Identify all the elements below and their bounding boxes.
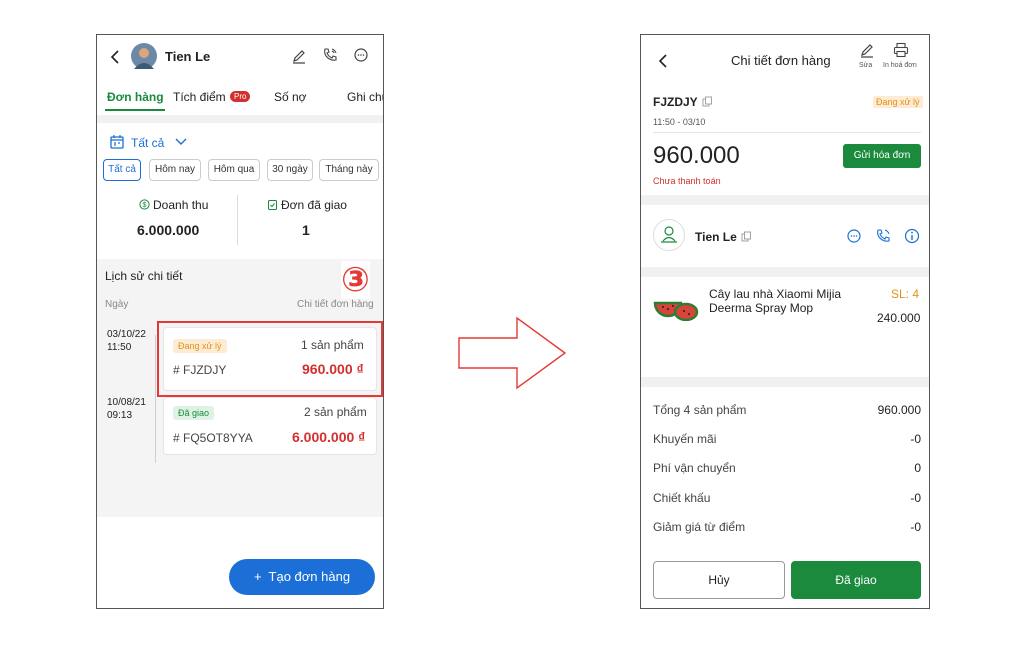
summary-value: 960.000 <box>877 403 921 417</box>
edit-icon[interactable] <box>291 48 307 64</box>
timeline-line <box>155 335 156 463</box>
page-title: Chi tiết đơn hàng <box>731 53 831 68</box>
avatar <box>131 43 157 69</box>
chat-icon[interactable] <box>846 228 862 244</box>
customer-detail-screen: Tien Le Đơn hàng Tích điểm Pro Số nợ Ghi… <box>96 34 384 609</box>
delivered-button[interactable]: Đã giao <box>791 561 921 599</box>
arrow-right-icon <box>458 316 567 390</box>
order-code: FJZDJY <box>653 95 698 109</box>
divider <box>641 377 929 387</box>
divider <box>641 267 929 277</box>
filter-dropdown[interactable]: Tất cả <box>131 136 164 150</box>
order-amount: 6.000.000 ₫ <box>292 429 366 445</box>
pill-30-days[interactable]: 30 ngày <box>267 159 313 181</box>
chat-icon[interactable] <box>353 47 369 63</box>
order-items: 2 sản phẩm <box>304 405 367 419</box>
order-datetime: 11:50 - 03/10 <box>653 117 706 127</box>
cancel-button[interactable]: Hủy <box>653 561 785 599</box>
order-detail-screen: Chi tiết đơn hàng Sửa In hoá đơn FJZDJY … <box>640 34 930 609</box>
customer-avatar <box>653 219 685 251</box>
summary-label: Phí vận chuyển <box>653 461 736 475</box>
tab-active-indicator <box>105 109 165 111</box>
chevron-down-icon[interactable] <box>175 137 187 147</box>
calendar-icon <box>109 134 125 150</box>
order-time: 11:50 <box>107 342 132 353</box>
delivered-label: Đơn đã giao <box>281 198 347 212</box>
summary-row: Phí vận chuyển 0 <box>653 461 921 475</box>
pill-today[interactable]: Hôm nay <box>149 159 201 181</box>
copy-icon[interactable] <box>741 231 752 242</box>
summary-value: -0 <box>910 491 921 505</box>
column-date: Ngày <box>105 299 129 310</box>
watermelon-icon <box>653 293 699 326</box>
payment-status: Chưa thanh toán <box>653 176 721 186</box>
order-total: 960.000 <box>653 142 740 169</box>
divider <box>653 132 921 133</box>
summary-value: 0 <box>914 461 921 475</box>
back-arrow-icon[interactable] <box>109 49 121 65</box>
summary-value: -0 <box>910 520 921 534</box>
print-label[interactable]: In hoá đơn <box>883 62 917 69</box>
history-title: Lịch sử chi tiết <box>105 269 183 283</box>
summary-label: Chiết khấu <box>653 491 711 505</box>
summary-value: -0 <box>910 432 921 446</box>
revenue-label: Doanh thu <box>153 198 209 212</box>
order-code: # FQ5OT8YYA <box>173 431 253 445</box>
delivered-value: 1 <box>302 222 310 238</box>
summary-label: Khuyến mãi <box>653 432 717 446</box>
order-date: 03/10/22 <box>107 329 146 340</box>
pill-yesterday[interactable]: Hôm qua <box>208 159 260 181</box>
pill-this-month[interactable]: Tháng này <box>319 159 379 181</box>
svg-text:$: $ <box>143 202 147 209</box>
clipboard-icon <box>267 199 278 210</box>
product-name: Cây lau nhà Xiaomi Mijia Deerma Spray Mo… <box>709 287 842 315</box>
customer-name: Tien Le <box>165 49 211 64</box>
info-icon[interactable] <box>904 228 920 244</box>
edit-icon[interactable] <box>859 42 875 58</box>
revenue-value: 6.000.000 <box>137 222 200 238</box>
step-marker: ③ <box>341 261 370 299</box>
status-badge: Đang xử lý <box>873 96 923 108</box>
pill-all[interactable]: Tất cả <box>103 159 141 181</box>
printer-icon[interactable] <box>893 42 909 58</box>
call-icon[interactable] <box>875 228 891 244</box>
order-time: 09:13 <box>107 410 133 421</box>
summary-row: Tổng 4 sản phẩm 960.000 <box>653 403 921 417</box>
status-badge: Đã giao <box>173 406 215 420</box>
call-icon[interactable] <box>322 47 338 63</box>
edit-label[interactable]: Sửa <box>859 62 872 69</box>
highlight-box <box>157 321 383 397</box>
tab-orders[interactable]: Đơn hàng <box>107 90 164 104</box>
back-arrow-icon[interactable] <box>657 53 669 69</box>
divider <box>97 115 383 123</box>
summary-label: Giảm giá từ điểm <box>653 520 746 534</box>
product-price: 240.000 <box>877 311 921 325</box>
summary-row: Khuyến mãi -0 <box>653 432 921 446</box>
copy-icon[interactable] <box>702 96 713 107</box>
summary-row: Giảm giá từ điểm -0 <box>653 520 921 534</box>
order-date: 10/08/21 <box>107 397 146 408</box>
dollar-icon: $ <box>139 199 150 210</box>
customer-name: Tien Le <box>695 230 737 244</box>
create-order-button[interactable]: + Tạo đơn hàng <box>229 559 375 595</box>
summary-row: Chiết khấu -0 <box>653 491 921 505</box>
stats-divider <box>237 195 238 245</box>
summary-label: Tổng 4 sản phẩm <box>653 403 747 417</box>
tab-notes[interactable]: Ghi chú <box>347 90 383 104</box>
tab-points[interactable]: Tích điểm <box>173 90 226 104</box>
pro-badge: Pro <box>230 91 251 102</box>
product-qty: SL: 4 <box>891 287 920 301</box>
column-detail: Chi tiết đơn hàng <box>297 299 374 310</box>
tab-debt[interactable]: Số nợ <box>274 90 307 104</box>
send-invoice-button[interactable]: Gửi hóa đơn <box>843 144 921 168</box>
divider <box>641 195 929 205</box>
